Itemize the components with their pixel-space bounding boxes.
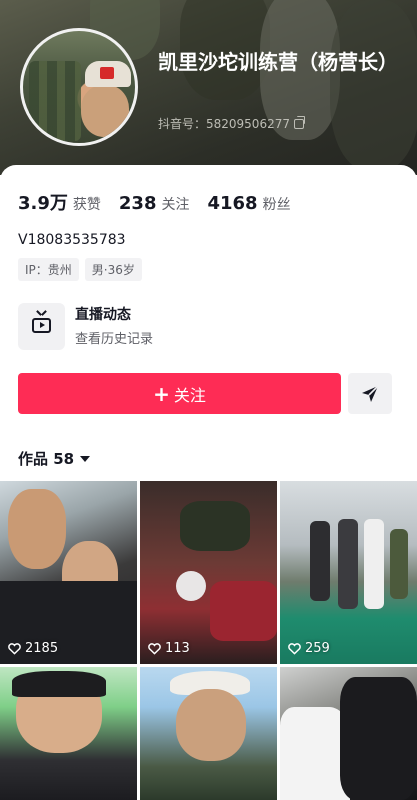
heart-icon: [148, 642, 161, 655]
avatar-cap: [85, 61, 131, 87]
stat-likes[interactable]: 3.9万 获赞: [18, 189, 101, 215]
profile-header: 凯里沙坨训练营（杨营长） 抖音号：58209506277: [0, 0, 417, 175]
caret-down-icon: [80, 455, 91, 462]
douyin-id-text: 抖音号：58209506277: [158, 117, 290, 131]
heart-icon: [8, 642, 21, 655]
share-button[interactable]: [348, 373, 392, 414]
tv-icon: [32, 318, 51, 333]
profile-tags: IP：贵州 男·36岁: [18, 258, 142, 281]
stat-following[interactable]: 238 关注: [119, 193, 190, 214]
video-thumbnail[interactable]: [140, 667, 277, 800]
tag-gender-age: 男·36岁: [84, 258, 142, 281]
douyin-id[interactable]: 抖音号：58209506277: [158, 115, 305, 132]
send-icon: [362, 385, 379, 402]
follow-button[interactable]: + 关注: [18, 373, 341, 414]
stat-followers-count: 4168: [207, 193, 258, 214]
stat-following-label: 关注: [161, 197, 190, 213]
stat-followers[interactable]: 4168 粉丝: [207, 193, 290, 214]
stat-followers-label: 粉丝: [262, 197, 291, 213]
video-thumbnail[interactable]: 2185: [0, 481, 137, 664]
avatar[interactable]: [20, 28, 138, 146]
copy-icon[interactable]: [293, 115, 305, 129]
live-history-entry[interactable]: 直播动态 查看历史记录: [18, 303, 153, 350]
plus-icon: +: [153, 381, 170, 406]
profile-name: 凯里沙坨训练营（杨营长）: [158, 50, 398, 74]
video-likes-count: 259: [305, 641, 330, 656]
video-likes-count: 2185: [25, 641, 59, 656]
follow-label: 关注: [173, 385, 206, 405]
video-likes: 259: [288, 641, 330, 656]
video-likes-count: 113: [165, 641, 190, 656]
video-grid: 2185 113 259: [0, 481, 417, 800]
video-likes: 2185: [8, 641, 58, 656]
works-label: 作品 58: [18, 450, 75, 468]
live-title: 直播动态: [75, 307, 131, 323]
live-subtitle: 查看历史记录: [75, 332, 154, 347]
stat-likes-count: 3.9万: [18, 193, 68, 214]
heart-icon: [288, 642, 301, 655]
profile-bio: V18083535783: [18, 232, 126, 248]
video-thumbnail[interactable]: [0, 667, 137, 800]
stat-following-count: 238: [118, 193, 157, 214]
tag-ip: IP：贵州: [18, 258, 79, 281]
avatar-face: [81, 85, 129, 137]
stat-likes-label: 获赞: [72, 197, 101, 213]
works-tab[interactable]: 作品 58: [18, 448, 91, 469]
video-thumbnail[interactable]: 113: [140, 481, 277, 664]
video-thumbnail[interactable]: 259: [280, 481, 417, 664]
avatar-group-image: [29, 61, 81, 141]
video-likes: 113: [148, 641, 190, 656]
live-icon-box: [18, 303, 65, 350]
video-thumbnail[interactable]: [280, 667, 417, 800]
stats-row: 3.9万 获赞 238 关注 4168 粉丝: [18, 189, 291, 215]
